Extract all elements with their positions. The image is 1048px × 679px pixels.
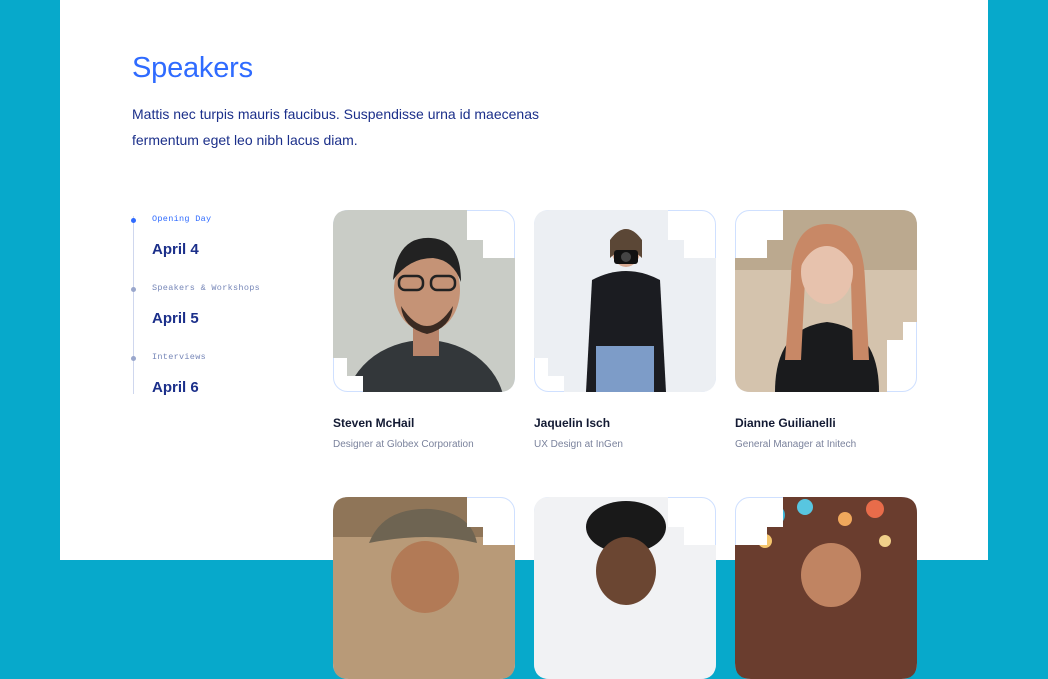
timeline-dot — [131, 356, 136, 361]
speaker-role: Designer at Globex Corporation — [333, 439, 474, 450]
speakers-page: Speakers Mattis nec turpis mauris faucib… — [60, 0, 988, 679]
speaker-photo — [534, 497, 716, 679]
schedule-item-date: April 5 — [152, 310, 199, 327]
speaker-name: Dianne Guilianelli — [735, 416, 836, 430]
section-title: Speakers — [132, 52, 253, 84]
schedule-item-date: April 4 — [152, 241, 199, 258]
speaker-photo — [735, 497, 917, 679]
timeline-dot — [131, 287, 136, 292]
timeline-dot — [131, 218, 136, 223]
schedule-item-label: Speakers & Workshops — [152, 283, 261, 293]
speaker-photo — [333, 497, 515, 679]
speaker-name: Steven McHail — [333, 416, 415, 430]
speaker-role: General Manager at Initech — [735, 439, 857, 450]
speaker-photo — [735, 210, 917, 392]
speaker-photo — [333, 210, 515, 392]
schedule-item-date: April 6 — [152, 379, 199, 396]
schedule-item-label: Opening Day — [152, 214, 212, 224]
schedule-timeline: Opening Day April 4 Speakers & Workshops… — [131, 210, 332, 400]
timeline-line — [133, 216, 134, 394]
schedule-item-label: Interviews — [152, 352, 207, 362]
speaker-photo — [534, 210, 716, 392]
speaker-role: UX Design at InGen — [534, 439, 623, 450]
section-intro: Mattis nec turpis mauris faucibus. Suspe… — [132, 106, 539, 148]
speaker-name: Jaquelin Isch — [534, 416, 611, 430]
